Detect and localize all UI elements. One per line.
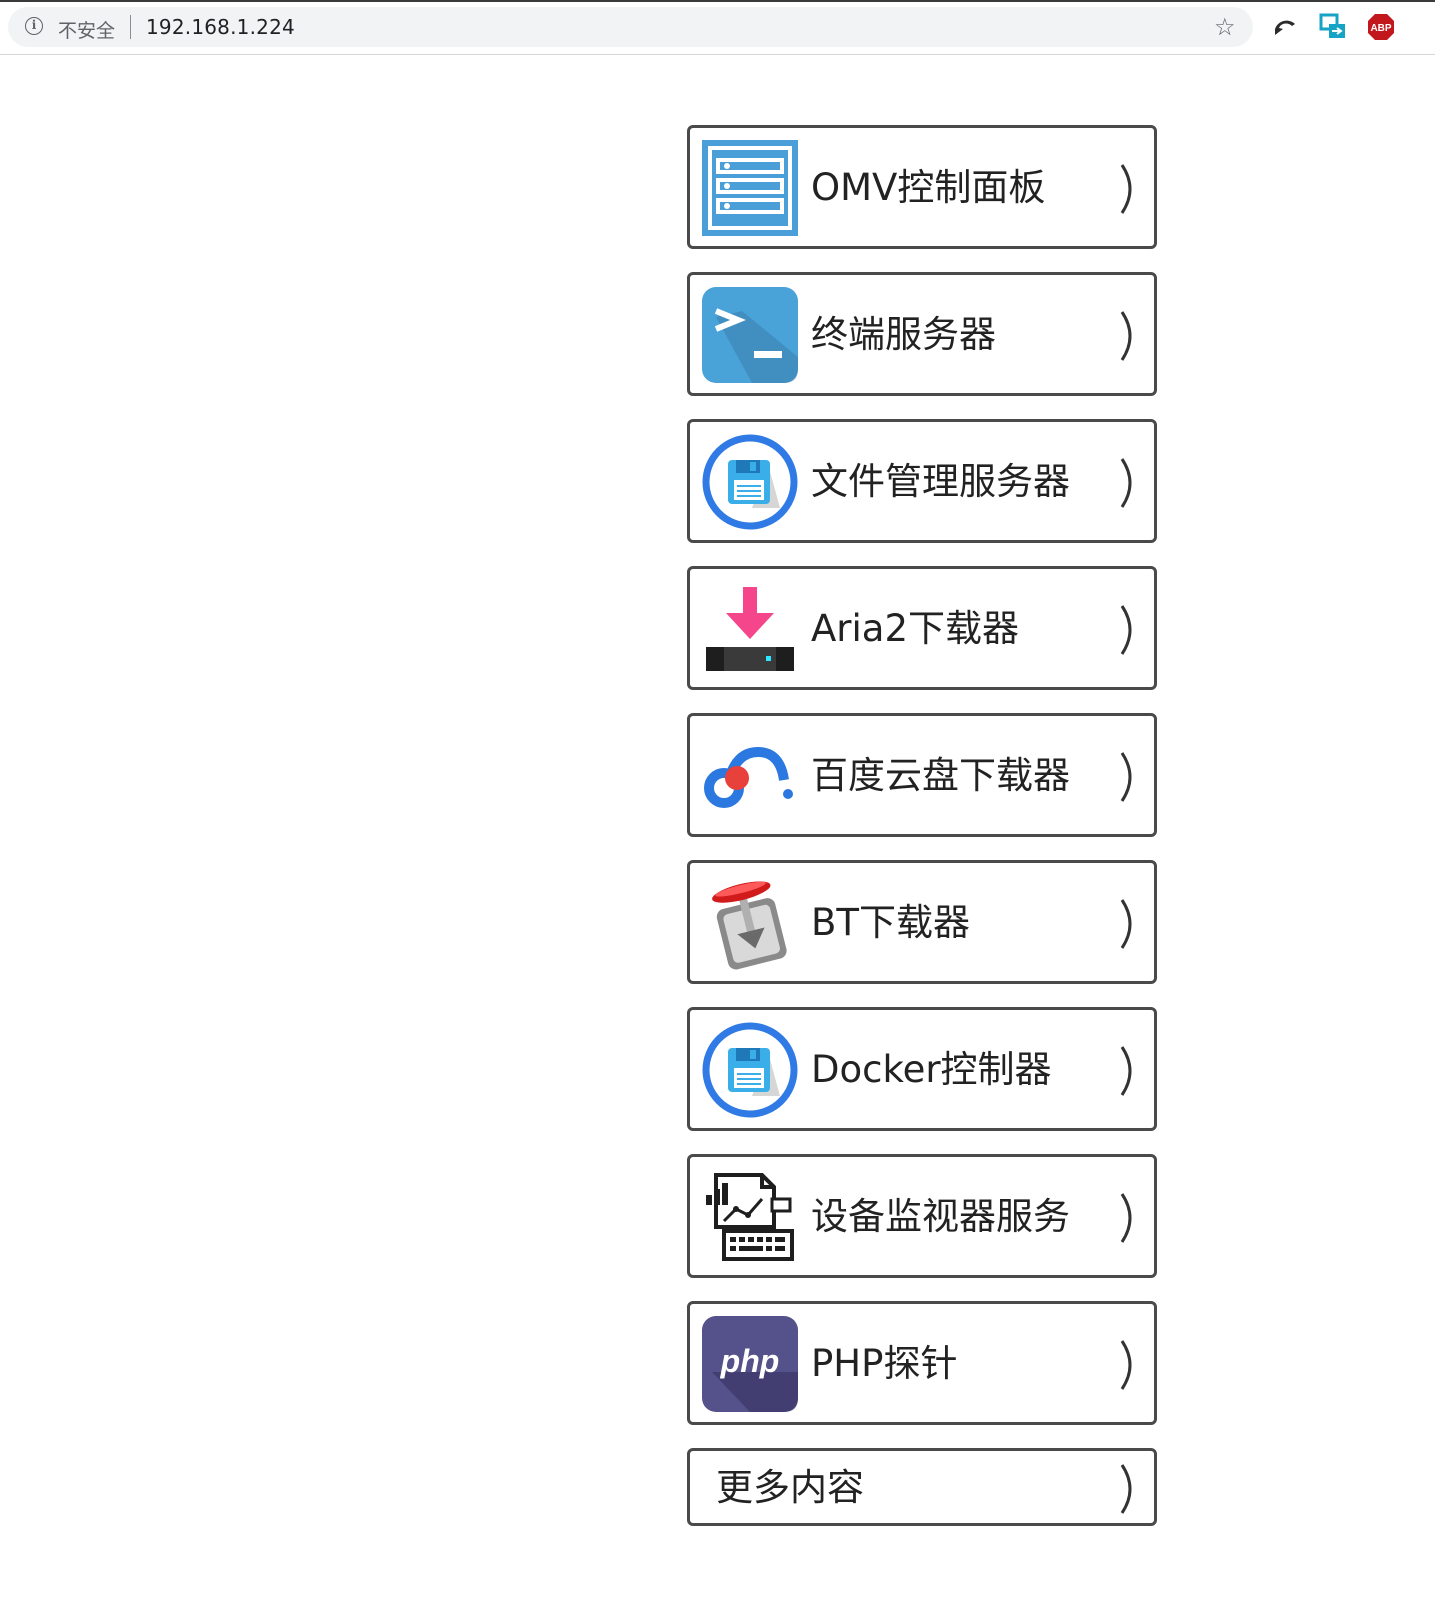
address-divider: [130, 15, 131, 39]
chevron-right-icon: [1120, 1464, 1132, 1514]
menu-item-label: 终端服务器: [811, 313, 996, 356]
menu-item-baidu-cloud-downloader[interactable]: 百度云盘下载器: [687, 713, 1157, 837]
baidu-cloud-icon: [702, 728, 798, 824]
menu-item-omv-panel[interactable]: OMV控制面板: [687, 125, 1157, 249]
chevron-right-icon: [1120, 311, 1132, 361]
menu-item-label: BT下载器: [811, 901, 970, 944]
menu-item-label: 更多内容: [716, 1466, 864, 1509]
window-edge: [0, 0, 1435, 2]
translate-extension-icon[interactable]: [1318, 12, 1348, 42]
browser-toolbar: i 不安全 192.168.1.224 ☆ ABP: [0, 0, 1435, 55]
menu-item-file-manager[interactable]: 文件管理服务器: [687, 419, 1157, 543]
chevron-right-icon: [1120, 458, 1132, 508]
chevron-right-icon: [1120, 1340, 1132, 1390]
chevron-right-icon: [1120, 164, 1132, 214]
menu-item-label: OMV控制面板: [811, 166, 1046, 209]
menu-item-terminal-server[interactable]: 终端服务器: [687, 272, 1157, 396]
menu-item-more-content[interactable]: 更多内容: [687, 1448, 1157, 1526]
menu-item-label: Aria2下载器: [811, 607, 1020, 650]
chevron-right-icon: [1120, 1193, 1132, 1243]
floppy-disk-icon: [702, 1022, 798, 1118]
menu-item-label: PHP探针: [811, 1342, 958, 1385]
chevron-right-icon: [1120, 605, 1132, 655]
terminal-icon: [702, 287, 798, 383]
menu-item-label: 文件管理服务器: [811, 460, 1070, 503]
menu-item-bt-downloader[interactable]: BT下载器: [687, 860, 1157, 984]
back-arrow-extension-icon[interactable]: [1270, 12, 1300, 42]
menu-item-device-monitor[interactable]: 设备监视器服务: [687, 1154, 1157, 1278]
php-icon: php: [702, 1316, 798, 1412]
floppy-disk-icon: [702, 434, 798, 530]
chevron-right-icon: [1120, 1046, 1132, 1096]
server-panel-icon: [702, 140, 798, 236]
menu-item-label: Docker控制器: [811, 1048, 1052, 1091]
info-icon[interactable]: i: [25, 17, 43, 35]
menu-item-php-probe[interactable]: php PHP探针: [687, 1301, 1157, 1425]
download-arrow-icon: [702, 581, 798, 677]
chevron-right-icon: [1120, 899, 1132, 949]
adblock-plus-extension-icon[interactable]: ABP: [1366, 12, 1396, 42]
bookmark-star-icon[interactable]: ☆: [1214, 13, 1236, 41]
device-monitor-icon: [702, 1169, 798, 1265]
menu-item-label: 设备监视器服务: [811, 1195, 1070, 1238]
address-bar[interactable]: i 不安全 192.168.1.224 ☆: [8, 7, 1253, 47]
chevron-right-icon: [1120, 752, 1132, 802]
php-icon-text: php: [720, 1343, 780, 1379]
security-label[interactable]: 不安全: [58, 16, 115, 43]
menu-item-aria2-downloader[interactable]: Aria2下载器: [687, 566, 1157, 690]
abp-text: ABP: [1370, 23, 1391, 34]
menu-item-docker-controller[interactable]: Docker控制器: [687, 1007, 1157, 1131]
url-text[interactable]: 192.168.1.224: [146, 15, 295, 39]
menu-item-label: 百度云盘下载器: [811, 754, 1070, 797]
transmission-icon: [702, 875, 798, 971]
